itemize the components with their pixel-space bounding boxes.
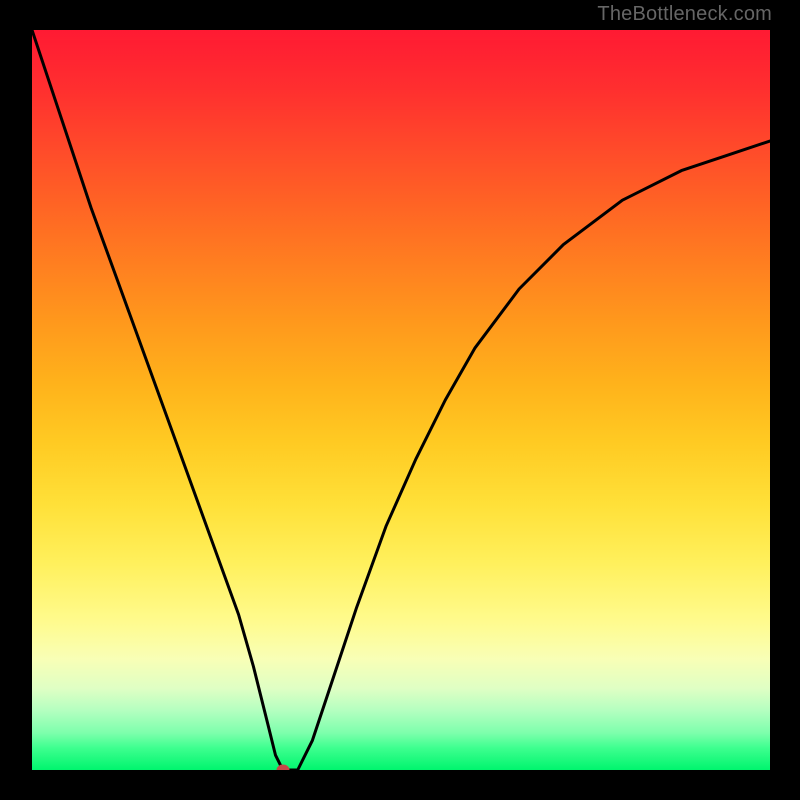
curve-svg: [32, 30, 770, 770]
optimum-marker: [276, 765, 289, 771]
chart-frame: TheBottleneck.com: [0, 0, 800, 800]
plot-area: [32, 30, 770, 770]
watermark-text: TheBottleneck.com: [597, 3, 772, 26]
bottleneck-curve: [32, 30, 770, 770]
